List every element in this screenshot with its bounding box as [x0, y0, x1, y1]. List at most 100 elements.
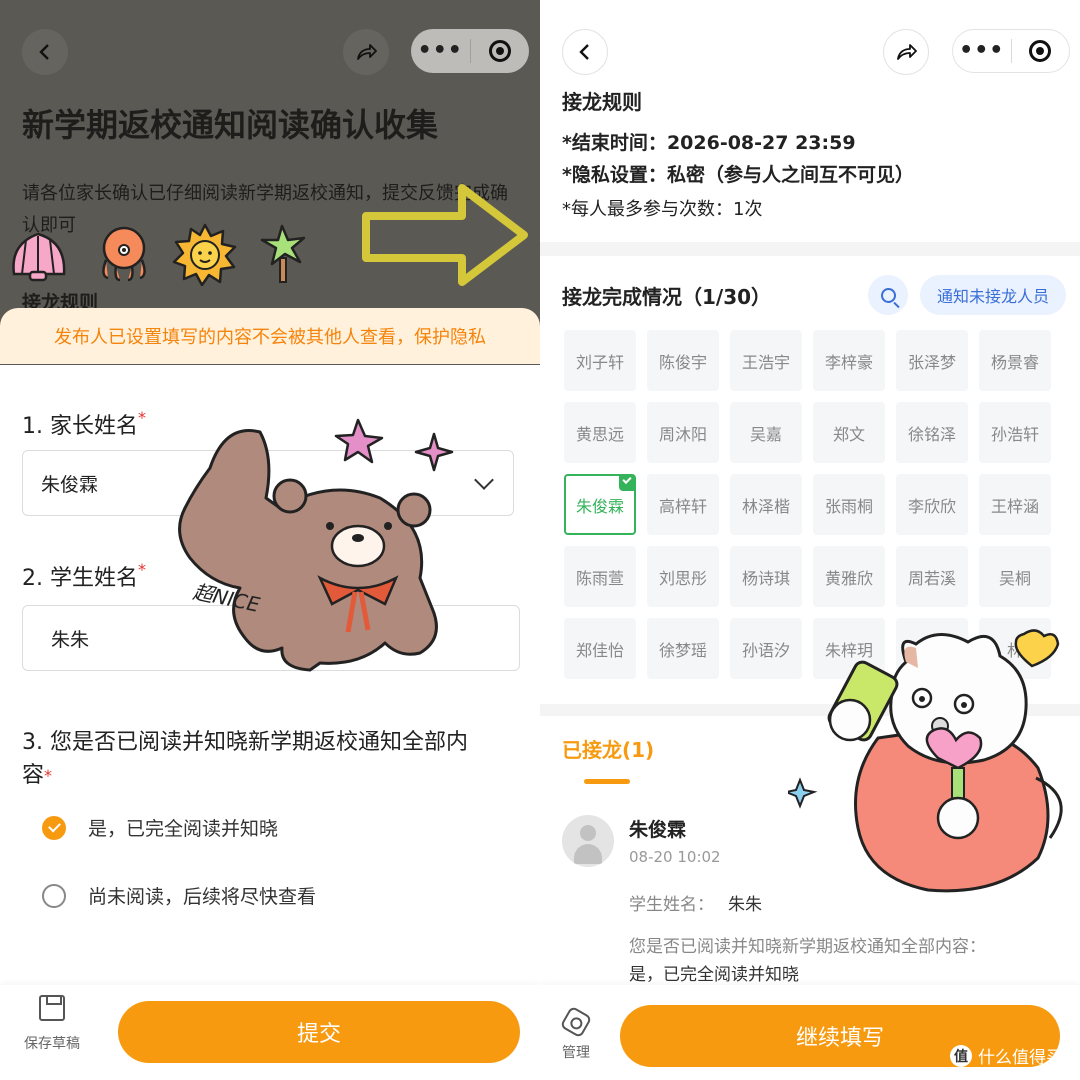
save-draft-button[interactable]: 保存草稿: [20, 993, 84, 1053]
participant-name: 张雨桐: [824, 496, 873, 516]
participant-cell: 黄思远: [564, 402, 636, 463]
entry-question: 您是否已阅读并知晓新学期返校通知全部内容：: [629, 937, 986, 957]
close-miniprogram-button[interactable]: [1012, 30, 1070, 72]
notify-unjoined-button[interactable]: 通知未接龙人员: [920, 275, 1066, 315]
more-dots-icon: •••: [417, 38, 463, 63]
submit-button[interactable]: 提交: [118, 1001, 520, 1063]
participant-cell: 周沐阳: [647, 402, 719, 463]
form-bottom-bar: 保存草稿 提交: [0, 985, 540, 1080]
participant-cell: 吴桐: [979, 546, 1051, 607]
form-screen: ••• 新学期返校通知阅读确认收集 请各位家长确认已仔细阅读新学期返校通知，提交…: [0, 0, 540, 1080]
participant-grid: 刘子轩 陈俊宇 王浩宇 李梓豪 张泽梦 杨景睿 黄思远 周沐阳 吴嘉 郑文 徐铭泽 孙浩轩 朱俊霖 高梓轩…: [564, 330, 1051, 679]
more-button[interactable]: •••: [411, 29, 470, 73]
back-arrow-icon: [579, 44, 589, 60]
target-circle-icon: [488, 40, 511, 62]
option-label: 是，已完全阅读并知晓: [88, 818, 279, 840]
question-1-label: 1. 家长姓名*: [22, 408, 146, 440]
participant-name: 周若溪: [907, 568, 956, 588]
participant-cell: 周若溪: [896, 546, 968, 607]
participant-name: 杨景睿: [990, 352, 1039, 372]
more-button[interactable]: •••: [953, 30, 1011, 72]
question-2-label: 2. 学生姓名*: [22, 560, 146, 592]
participant-name: 高梓轩: [658, 496, 707, 516]
participant-cell: 徐梦瑶: [647, 618, 719, 679]
participant-cell: 李欣欣: [896, 474, 968, 535]
option-not-read[interactable]: 尚未阅读，后续将尽快查看: [42, 882, 316, 909]
tab-underline: [584, 779, 630, 784]
watermark-logo-icon: 值: [950, 1044, 972, 1067]
mini-program-capsule: •••: [952, 29, 1070, 73]
results-screen: ••• 接龙规则 *结束时间：2026-08-27 23:59 *隐私设置：私密…: [540, 0, 1080, 1080]
share-button[interactable]: [883, 29, 929, 75]
completion-heading: 接龙完成情况（1/30）: [562, 285, 772, 309]
share-icon: [897, 44, 917, 60]
participant-cell: 李梓豪: [813, 330, 885, 391]
participant-cell: 王浩宇: [730, 330, 802, 391]
check-icon: [622, 474, 632, 485]
end-time-row: *结束时间：2026-08-27 23:59: [562, 128, 856, 155]
octopus-sticker-icon: [102, 226, 146, 282]
entry-answer: 是，已完全阅读并知晓: [629, 965, 799, 985]
participant-name: 孙语汐: [741, 640, 790, 660]
participant-name: 吴桐: [998, 568, 1031, 588]
entry-name: 朱俊霖: [629, 819, 687, 841]
max-times-row: *每人最多参与次数：1次: [562, 199, 763, 220]
radio-checked-icon: [42, 815, 66, 840]
participant-cell: 刘思彤: [647, 546, 719, 607]
entry-student-value: 朱朱: [728, 895, 762, 915]
participant-cell: 高梓轩: [647, 474, 719, 535]
share-button[interactable]: [343, 29, 389, 75]
participant-name: 李梓豪: [824, 352, 873, 372]
participant-name: 孙浩轩: [990, 424, 1039, 444]
parent-name-value: 朱俊霖: [41, 473, 99, 496]
participant-cell: 郑佳怡: [564, 618, 636, 679]
required-mark: *: [137, 560, 146, 579]
participant-cell: 王梓涵: [979, 474, 1051, 535]
watermark: 值 什么值得买: [950, 1043, 1063, 1068]
privacy-row: *隐私设置：私密（参与人之间互不可见）: [562, 160, 914, 187]
participant-cell: 刘子轩: [564, 330, 636, 391]
question-2-text: 2. 学生姓名: [22, 566, 138, 591]
participant-name: 张泽梦: [907, 352, 956, 372]
participant-name: 刘子轩: [575, 352, 624, 372]
back-button[interactable]: [22, 29, 68, 75]
entry-student-row: 学生姓名： 朱朱: [629, 890, 762, 915]
share-icon: [357, 44, 377, 60]
star-plant-sticker-icon: [260, 224, 306, 283]
entry-time: 08-20 10:02: [629, 848, 721, 866]
tab-joined[interactable]: 已接龙(1): [562, 734, 654, 763]
avatar: [562, 815, 614, 867]
participant-cell: 孙浩轩: [979, 402, 1051, 463]
participant-name: 林泽楷: [741, 496, 790, 516]
mini-program-capsule: •••: [411, 29, 529, 73]
page-title: 新学期返校通知阅读确认收集: [22, 106, 439, 144]
sun-sticker-icon: [172, 223, 237, 286]
participant-cell-joined: 朱俊霖: [564, 474, 636, 535]
privacy-value: 私密（参与人之间互不可见）: [666, 164, 914, 186]
settings-icon: [559, 1005, 593, 1039]
save-draft-label: 保存草稿: [24, 1036, 80, 1052]
participant-cell: 吴嘉: [730, 402, 802, 463]
participant-name: 徐铭泽: [907, 424, 956, 444]
option-label: 尚未阅读，后续将尽快查看: [88, 886, 317, 908]
search-button[interactable]: [868, 275, 908, 315]
participant-name: 黄思远: [575, 424, 624, 444]
avatar-body: [574, 844, 602, 864]
manage-button[interactable]: 管理: [558, 1005, 594, 1062]
participant-name: 徐梦瑶: [658, 640, 707, 660]
close-miniprogram-button[interactable]: [471, 29, 530, 73]
rules-heading: 接龙规则: [562, 90, 642, 114]
option-read-confirmed[interactable]: 是，已完全阅读并知晓: [42, 814, 278, 841]
required-mark: *: [44, 766, 53, 785]
screenshot-root: ••• 新学期返校通知阅读确认收集 请各位家长确认已仔细阅读新学期返校通知，提交…: [0, 0, 1080, 1080]
participant-cell: 张雨桐: [813, 474, 885, 535]
question-3-text-line1: 3. 您是否已阅读并知晓新学期返校通知全部内: [22, 730, 468, 755]
participant-cell: 杨诗琪: [730, 546, 802, 607]
watermark-text: 什么值得买: [978, 1048, 1063, 1068]
participant-cell: 张泽梦: [896, 330, 968, 391]
thumbs-up-bear-sticker-icon: 超NICE: [178, 418, 454, 672]
back-button[interactable]: [562, 29, 608, 75]
arrow-right-sticker-icon: [362, 184, 528, 286]
participant-name: 郑佳怡: [575, 640, 624, 660]
question-3-text-line2: 容: [22, 763, 45, 788]
